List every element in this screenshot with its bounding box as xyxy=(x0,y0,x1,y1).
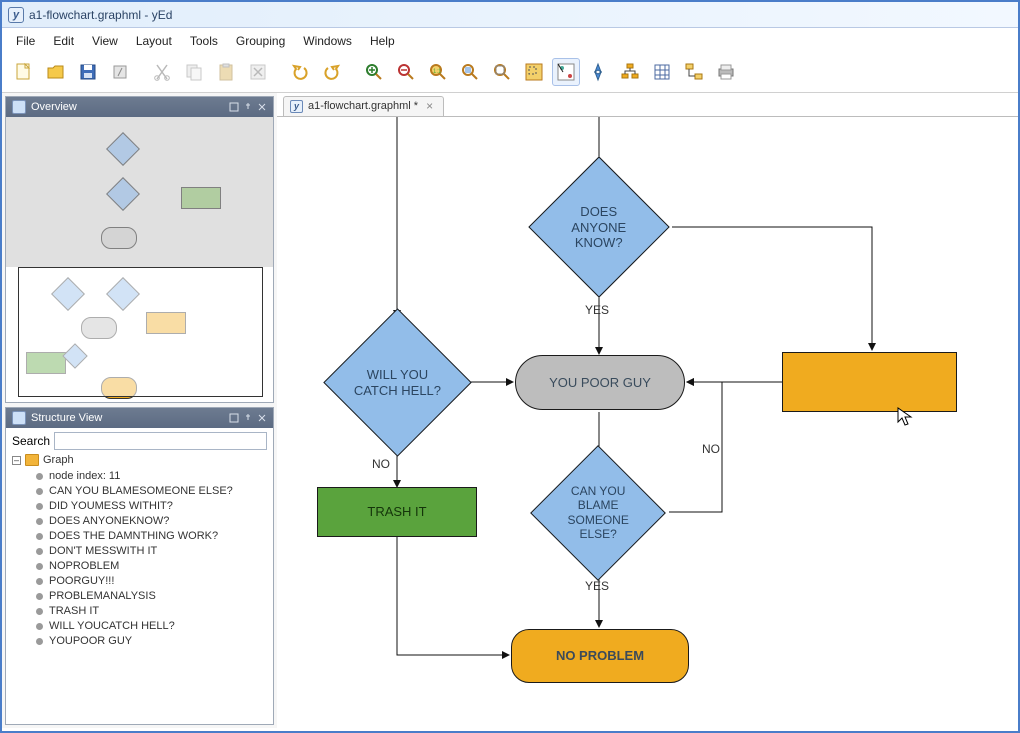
redo-icon[interactable] xyxy=(318,58,346,86)
structure-title: Structure View xyxy=(31,412,102,424)
list-item[interactable]: CAN YOU BLAMESOMEONE ELSE? xyxy=(36,485,267,497)
zoom-out-icon[interactable] xyxy=(392,58,420,86)
canvas[interactable]: DOES ANYONE KNOW? WILL YOU CATCH HELL? Y… xyxy=(277,117,1018,728)
overview-icon xyxy=(12,100,26,114)
bullet-icon xyxy=(36,473,43,480)
menubar: File Edit View Layout Tools Grouping Win… xyxy=(2,28,1018,56)
save-icon[interactable] xyxy=(74,58,102,86)
list-item[interactable]: PROBLEMANALYSIS xyxy=(36,590,267,602)
cut-icon[interactable] xyxy=(148,58,176,86)
structure-body: Search – Graph node index: 11 CAN YOU BL… xyxy=(6,428,273,654)
bullet-icon xyxy=(36,608,43,615)
menu-layout[interactable]: Layout xyxy=(136,34,172,48)
pin-icon[interactable] xyxy=(243,413,253,423)
node-you-poor-guy[interactable]: YOU POOR GUY xyxy=(515,355,685,410)
new-doc-icon[interactable] xyxy=(10,58,38,86)
close-panel-icon[interactable] xyxy=(257,413,267,423)
hierarchy-icon[interactable] xyxy=(616,58,644,86)
menu-edit[interactable]: Edit xyxy=(53,34,74,48)
list-item[interactable]: DON'T MESSWITH IT xyxy=(36,545,267,557)
overview-body[interactable] xyxy=(6,117,273,402)
print-icon[interactable] xyxy=(712,58,740,86)
area-zoom-icon[interactable] xyxy=(520,58,548,86)
document-tab[interactable]: y a1-flowchart.graphml * × xyxy=(283,96,444,116)
paste-icon[interactable] xyxy=(212,58,240,86)
app-icon: y xyxy=(8,7,24,23)
search-label: Search xyxy=(12,434,50,448)
delete-icon[interactable] xyxy=(244,58,272,86)
search-input[interactable] xyxy=(54,432,267,450)
list-item[interactable]: node index: 11 xyxy=(36,470,267,482)
window-title: a1-flowchart.graphml - yEd xyxy=(29,8,172,22)
list-item[interactable]: YOUPOOR GUY xyxy=(36,635,267,647)
edge-label-yes: YES xyxy=(585,303,609,317)
overview-title: Overview xyxy=(31,101,77,113)
edge-label-no: NO xyxy=(372,457,390,471)
export-icon[interactable] xyxy=(106,58,134,86)
list-item[interactable]: DOES THE DAMNTHING WORK? xyxy=(36,530,267,542)
orthogonal-icon[interactable] xyxy=(680,58,708,86)
node-orange-rect[interactable] xyxy=(782,352,957,412)
undo-icon[interactable] xyxy=(286,58,314,86)
edge-label-yes: YES xyxy=(585,579,609,593)
folder-icon xyxy=(25,454,39,466)
bullet-icon xyxy=(36,503,43,510)
toolbar: 1:1 xyxy=(2,56,1018,92)
graph-root-label[interactable]: Graph xyxy=(43,454,74,466)
bullet-icon xyxy=(36,578,43,585)
canvas-area: y a1-flowchart.graphml * × xyxy=(277,93,1018,728)
bullet-icon xyxy=(36,563,43,570)
close-tab-icon[interactable]: × xyxy=(426,99,433,113)
bullet-icon xyxy=(36,548,43,555)
doc-icon: y xyxy=(290,100,303,113)
close-panel-icon[interactable] xyxy=(257,102,267,112)
tabstrip: y a1-flowchart.graphml * × xyxy=(277,93,1018,117)
list-item[interactable]: DID YOUMESS WITHIT? xyxy=(36,500,267,512)
copy-icon[interactable] xyxy=(180,58,208,86)
list-item[interactable]: WILL YOUCATCH HELL? xyxy=(36,620,267,632)
sidebar: Overview xyxy=(2,93,277,728)
edit-mode-icon[interactable] xyxy=(552,58,580,86)
svg-text:1:1: 1:1 xyxy=(433,69,442,75)
bullet-icon xyxy=(36,518,43,525)
open-icon[interactable] xyxy=(42,58,70,86)
list-item[interactable]: TRASH IT xyxy=(36,605,267,617)
structure-tree[interactable]: – Graph node index: 11 CAN YOU BLAMESOME… xyxy=(12,454,267,647)
node-no-problem[interactable]: NO PROBLEM xyxy=(511,629,689,683)
titlebar: y a1-flowchart.graphml - yEd xyxy=(2,2,1018,28)
dock-icon[interactable] xyxy=(229,413,239,423)
menu-view[interactable]: View xyxy=(92,34,118,48)
list-item[interactable]: POORGUY!!! xyxy=(36,575,267,587)
menu-windows[interactable]: Windows xyxy=(303,34,352,48)
overview-header[interactable]: Overview xyxy=(6,97,273,117)
dock-icon[interactable] xyxy=(229,102,239,112)
overview-panel: Overview xyxy=(5,96,274,403)
expand-icon[interactable]: – xyxy=(12,456,21,465)
structure-panel: Structure View Search – Graph xyxy=(5,407,274,725)
bullet-icon xyxy=(36,533,43,540)
pin-icon[interactable] xyxy=(243,102,253,112)
bullet-icon xyxy=(36,623,43,630)
fit-content-icon[interactable] xyxy=(488,58,516,86)
list-item[interactable]: DOES ANYONEKNOW? xyxy=(36,515,267,527)
zoom-1-1-icon[interactable]: 1:1 xyxy=(424,58,452,86)
list-item[interactable]: NOPROBLEM xyxy=(36,560,267,572)
bullet-icon xyxy=(36,638,43,645)
bullet-icon xyxy=(36,593,43,600)
menu-tools[interactable]: Tools xyxy=(190,34,218,48)
zoom-selection-icon[interactable] xyxy=(456,58,484,86)
menu-grouping[interactable]: Grouping xyxy=(236,34,285,48)
node-trash-it[interactable]: TRASH IT xyxy=(317,487,477,537)
edge-label-no: NO xyxy=(702,442,720,456)
nav-mode-icon[interactable] xyxy=(584,58,612,86)
structure-header[interactable]: Structure View xyxy=(6,408,273,428)
content: Overview xyxy=(2,92,1018,728)
zoom-in-icon[interactable] xyxy=(360,58,388,86)
bullet-icon xyxy=(36,488,43,495)
structure-icon xyxy=(12,411,26,425)
menu-help[interactable]: Help xyxy=(370,34,395,48)
menu-file[interactable]: File xyxy=(16,34,35,48)
grid-icon[interactable] xyxy=(648,58,676,86)
tab-label: a1-flowchart.graphml * xyxy=(308,100,418,112)
